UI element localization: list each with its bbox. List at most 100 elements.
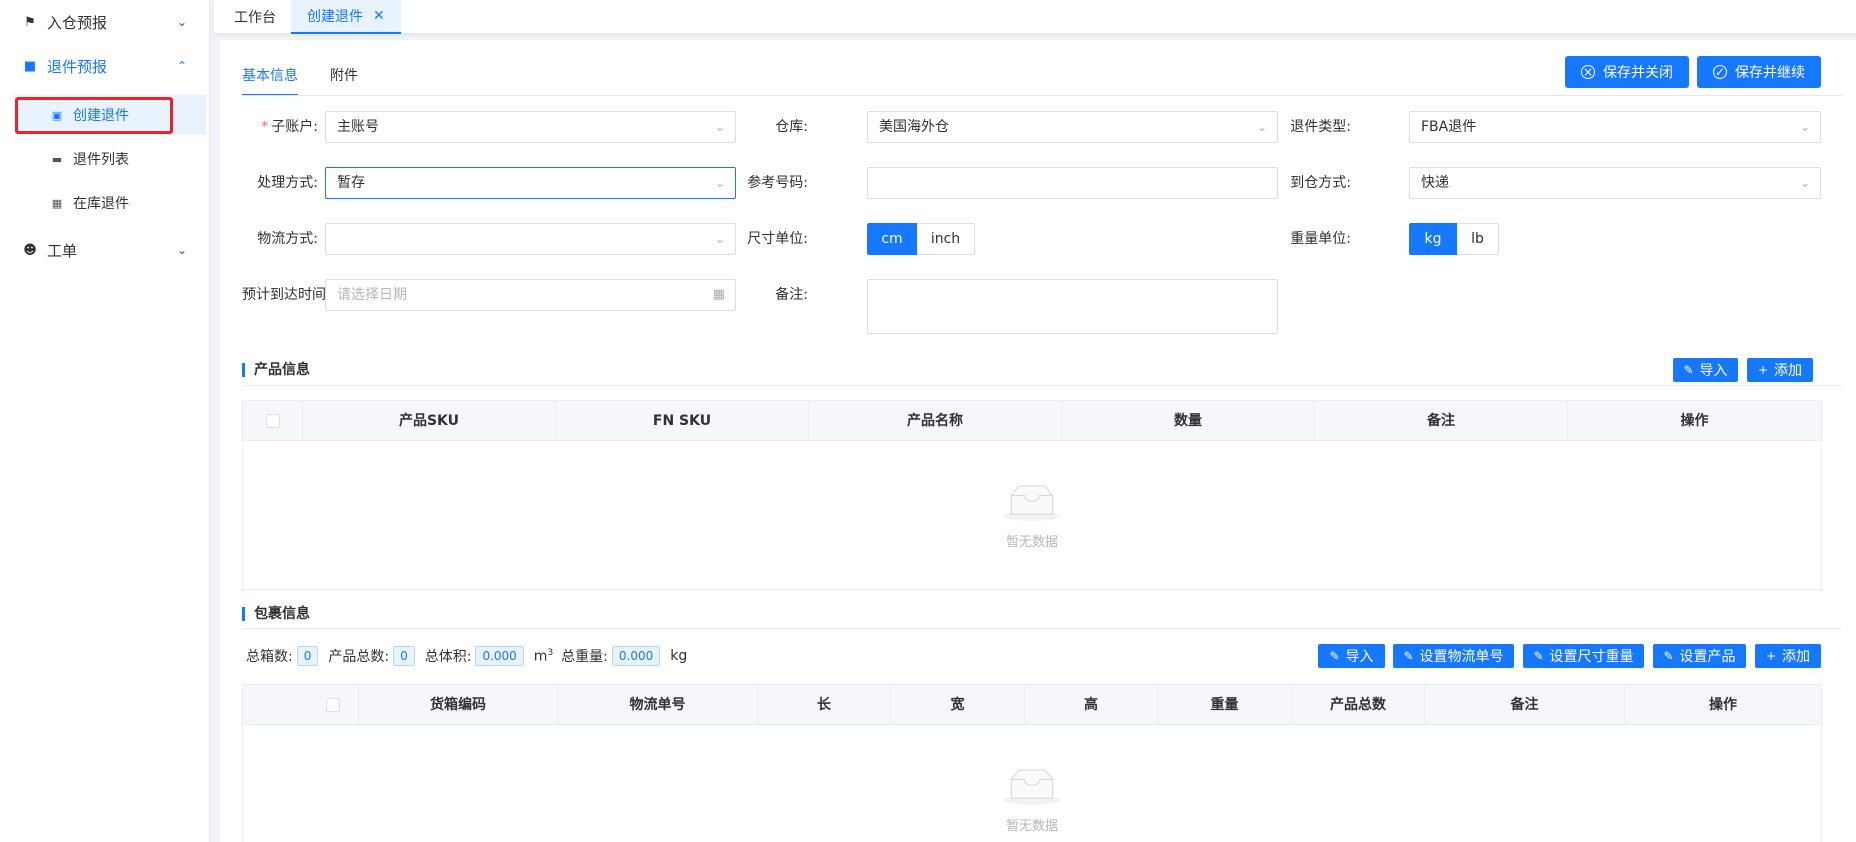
package-section-title: 包裹信息 <box>242 605 310 623</box>
size-unit-label: 尺寸单位: <box>747 231 808 247</box>
close-circle-icon: × <box>1581 65 1595 79</box>
chevron-up-icon: ⌃ <box>177 59 188 73</box>
remark-label: 备注: <box>775 287 808 303</box>
chevron-down-icon: ⌄ <box>1799 120 1810 134</box>
chevron-down-icon: ⌄ <box>177 243 188 257</box>
save-continue-button[interactable]: ✓ 保存并继续 <box>1697 56 1821 88</box>
save-close-button[interactable]: × 保存并关闭 <box>1565 56 1689 88</box>
divider <box>242 385 1842 386</box>
column-header: 备注 <box>1425 685 1625 725</box>
package-add-button[interactable]: + 添加 <box>1755 644 1821 668</box>
weight-unit-kg[interactable]: kg <box>1409 223 1457 255</box>
warehouse-label: 仓库: <box>775 119 808 135</box>
box-icon: ▣ <box>51 108 63 122</box>
tab-create-return[interactable]: 创建退件 ✕ <box>291 0 401 34</box>
set-tracking-button[interactable]: ✎ 设置物流单号 <box>1393 644 1514 668</box>
eta-date-picker[interactable]: 请选择日期 ▦ <box>325 279 736 311</box>
app: ⚑ 入仓预报 ⌄ ■ 退件预报 ⌃ ▣ 创建退件 ▬ 退件列表 ▦ 在库退件 ☻… <box>0 0 1856 842</box>
handling-select[interactable]: 暂存 ⌄ <box>325 167 736 199</box>
handling-label: 处理方式: <box>257 175 318 191</box>
sidebar: ⚑ 入仓预报 ⌄ ■ 退件预报 ⌃ ▣ 创建退件 ▬ 退件列表 ▦ 在库退件 ☻… <box>0 0 210 842</box>
eta-label: 预计到达时间 <box>242 287 326 303</box>
edit-icon: ✎ <box>1329 649 1340 663</box>
sub-account-select[interactable]: 主账号 ⌄ <box>325 111 736 143</box>
sidebar-item-create-return[interactable]: ▣ 创建退件 <box>14 95 206 135</box>
select-all-checkbox[interactable] <box>265 414 280 428</box>
empty-text: 暂无数据 <box>1005 819 1058 834</box>
weight-unit-label: 重量单位: <box>1290 231 1351 247</box>
package-table: 货箱编码 物流单号 长 宽 高 重量 产品总数 备注 操作 暂无数据 <box>242 684 1822 842</box>
empty-text: 暂无数据 <box>1005 535 1058 550</box>
product-section-title: 产品信息 <box>242 361 310 379</box>
chevron-down-icon: ⌄ <box>177 15 188 29</box>
arrival-method-select[interactable]: 快递 ⌄ <box>1409 167 1821 199</box>
weight-unit-lb[interactable]: lb <box>1457 223 1499 255</box>
select-value: 主账号 <box>337 119 379 135</box>
total-volume-label: 总体积: <box>424 649 472 665</box>
button-label: 导入 <box>1345 649 1374 665</box>
sidebar-item-return-list[interactable]: ▬ 退件列表 <box>14 139 206 179</box>
menu-label: 入仓预报 <box>47 13 108 32</box>
tab-workbench[interactable]: 工作台 <box>218 0 292 34</box>
return-type-select[interactable]: FBA退件 ⌄ <box>1409 111 1821 143</box>
column-header: 操作 <box>1709 697 1737 713</box>
reference-input[interactable] <box>867 167 1278 199</box>
expand-cell <box>243 685 307 725</box>
menu-work-order[interactable]: ☻ 工单 ⌄ <box>0 228 210 272</box>
product-add-button[interactable]: + 添加 <box>1747 358 1813 382</box>
select-all-checkbox-cell <box>307 685 359 725</box>
table-header: 货箱编码 物流单号 长 宽 高 重量 产品总数 备注 操作 <box>243 685 1821 725</box>
arrival-method-label: 到仓方式: <box>1290 175 1351 191</box>
page-tabs-bar: 工作台 创建退件 ✕ <box>214 0 1856 34</box>
close-icon[interactable]: ✕ <box>373 8 385 24</box>
menu-label: 工单 <box>47 241 78 260</box>
select-all-checkbox[interactable] <box>325 698 340 712</box>
sub-item-label: 在库退件 <box>73 196 129 212</box>
total-weight-value: 0.000 <box>611 646 661 666</box>
volume-unit: m3 <box>533 647 554 665</box>
column-header: 物流单号 <box>558 685 758 725</box>
menu-inbound-forecast[interactable]: ⚑ 入仓预报 ⌄ <box>0 0 210 44</box>
product-import-button[interactable]: ✎ 导入 <box>1673 358 1738 382</box>
column-header: 重量 <box>1158 685 1292 725</box>
reference-label: 参考号码: <box>747 175 808 191</box>
button-label: 添加 <box>1782 649 1811 665</box>
user-icon: ☻ <box>23 242 37 258</box>
total-boxes-label: 总箱数: <box>246 649 293 665</box>
column-header: 宽 <box>891 685 1025 725</box>
tab-label: 工作台 <box>234 10 276 26</box>
plus-icon: + <box>1757 363 1769 377</box>
menu-return-forecast[interactable]: ■ 退件预报 ⌃ <box>0 44 210 88</box>
logistics-select[interactable]: ⌄ <box>325 223 736 255</box>
select-value: FBA退件 <box>1421 119 1477 135</box>
tab-attachments[interactable]: 附件 <box>330 64 358 96</box>
archive-icon: ▦ <box>51 196 63 210</box>
warehouse-select[interactable]: 美国海外仓 ⌄ <box>867 111 1278 143</box>
set-product-button[interactable]: ✎ 设置产品 <box>1653 644 1746 668</box>
column-header: 产品名称 <box>809 401 1062 441</box>
chevron-down-icon: ⌄ <box>1799 176 1810 190</box>
size-unit-cm[interactable]: cm <box>867 223 917 255</box>
menu-label: 退件预报 <box>47 57 108 76</box>
sidebar-item-in-stock-return[interactable]: ▦ 在库退件 <box>14 183 206 223</box>
return-type-label: 退件类型: <box>1290 119 1351 135</box>
size-unit-inch[interactable]: inch <box>917 223 975 255</box>
select-value: 快递 <box>1421 175 1449 191</box>
size-unit-toggle: cm inch <box>867 223 975 255</box>
flag-icon: ⚑ <box>24 14 36 30</box>
plus-icon: + <box>1765 649 1777 663</box>
edit-icon: ✎ <box>1403 649 1414 663</box>
package-import-button[interactable]: ✎ 导入 <box>1318 644 1385 668</box>
button-label: 导入 <box>1699 363 1728 379</box>
card-icon: ▬ <box>51 152 63 166</box>
remark-textarea[interactable] <box>867 279 1278 334</box>
column-header: 货箱编码 <box>359 685 558 725</box>
button-label: 设置产品 <box>1679 649 1736 665</box>
total-products-value: 0 <box>393 646 415 666</box>
edit-icon: ✎ <box>1663 649 1674 663</box>
tab-basic-info[interactable]: 基本信息 <box>242 64 298 96</box>
weight-unit: kg <box>670 648 688 664</box>
button-label: 设置物流单号 <box>1419 649 1504 665</box>
set-size-weight-button[interactable]: ✎ 设置尺寸重量 <box>1523 644 1644 668</box>
column-header: 操作 <box>1680 413 1709 429</box>
